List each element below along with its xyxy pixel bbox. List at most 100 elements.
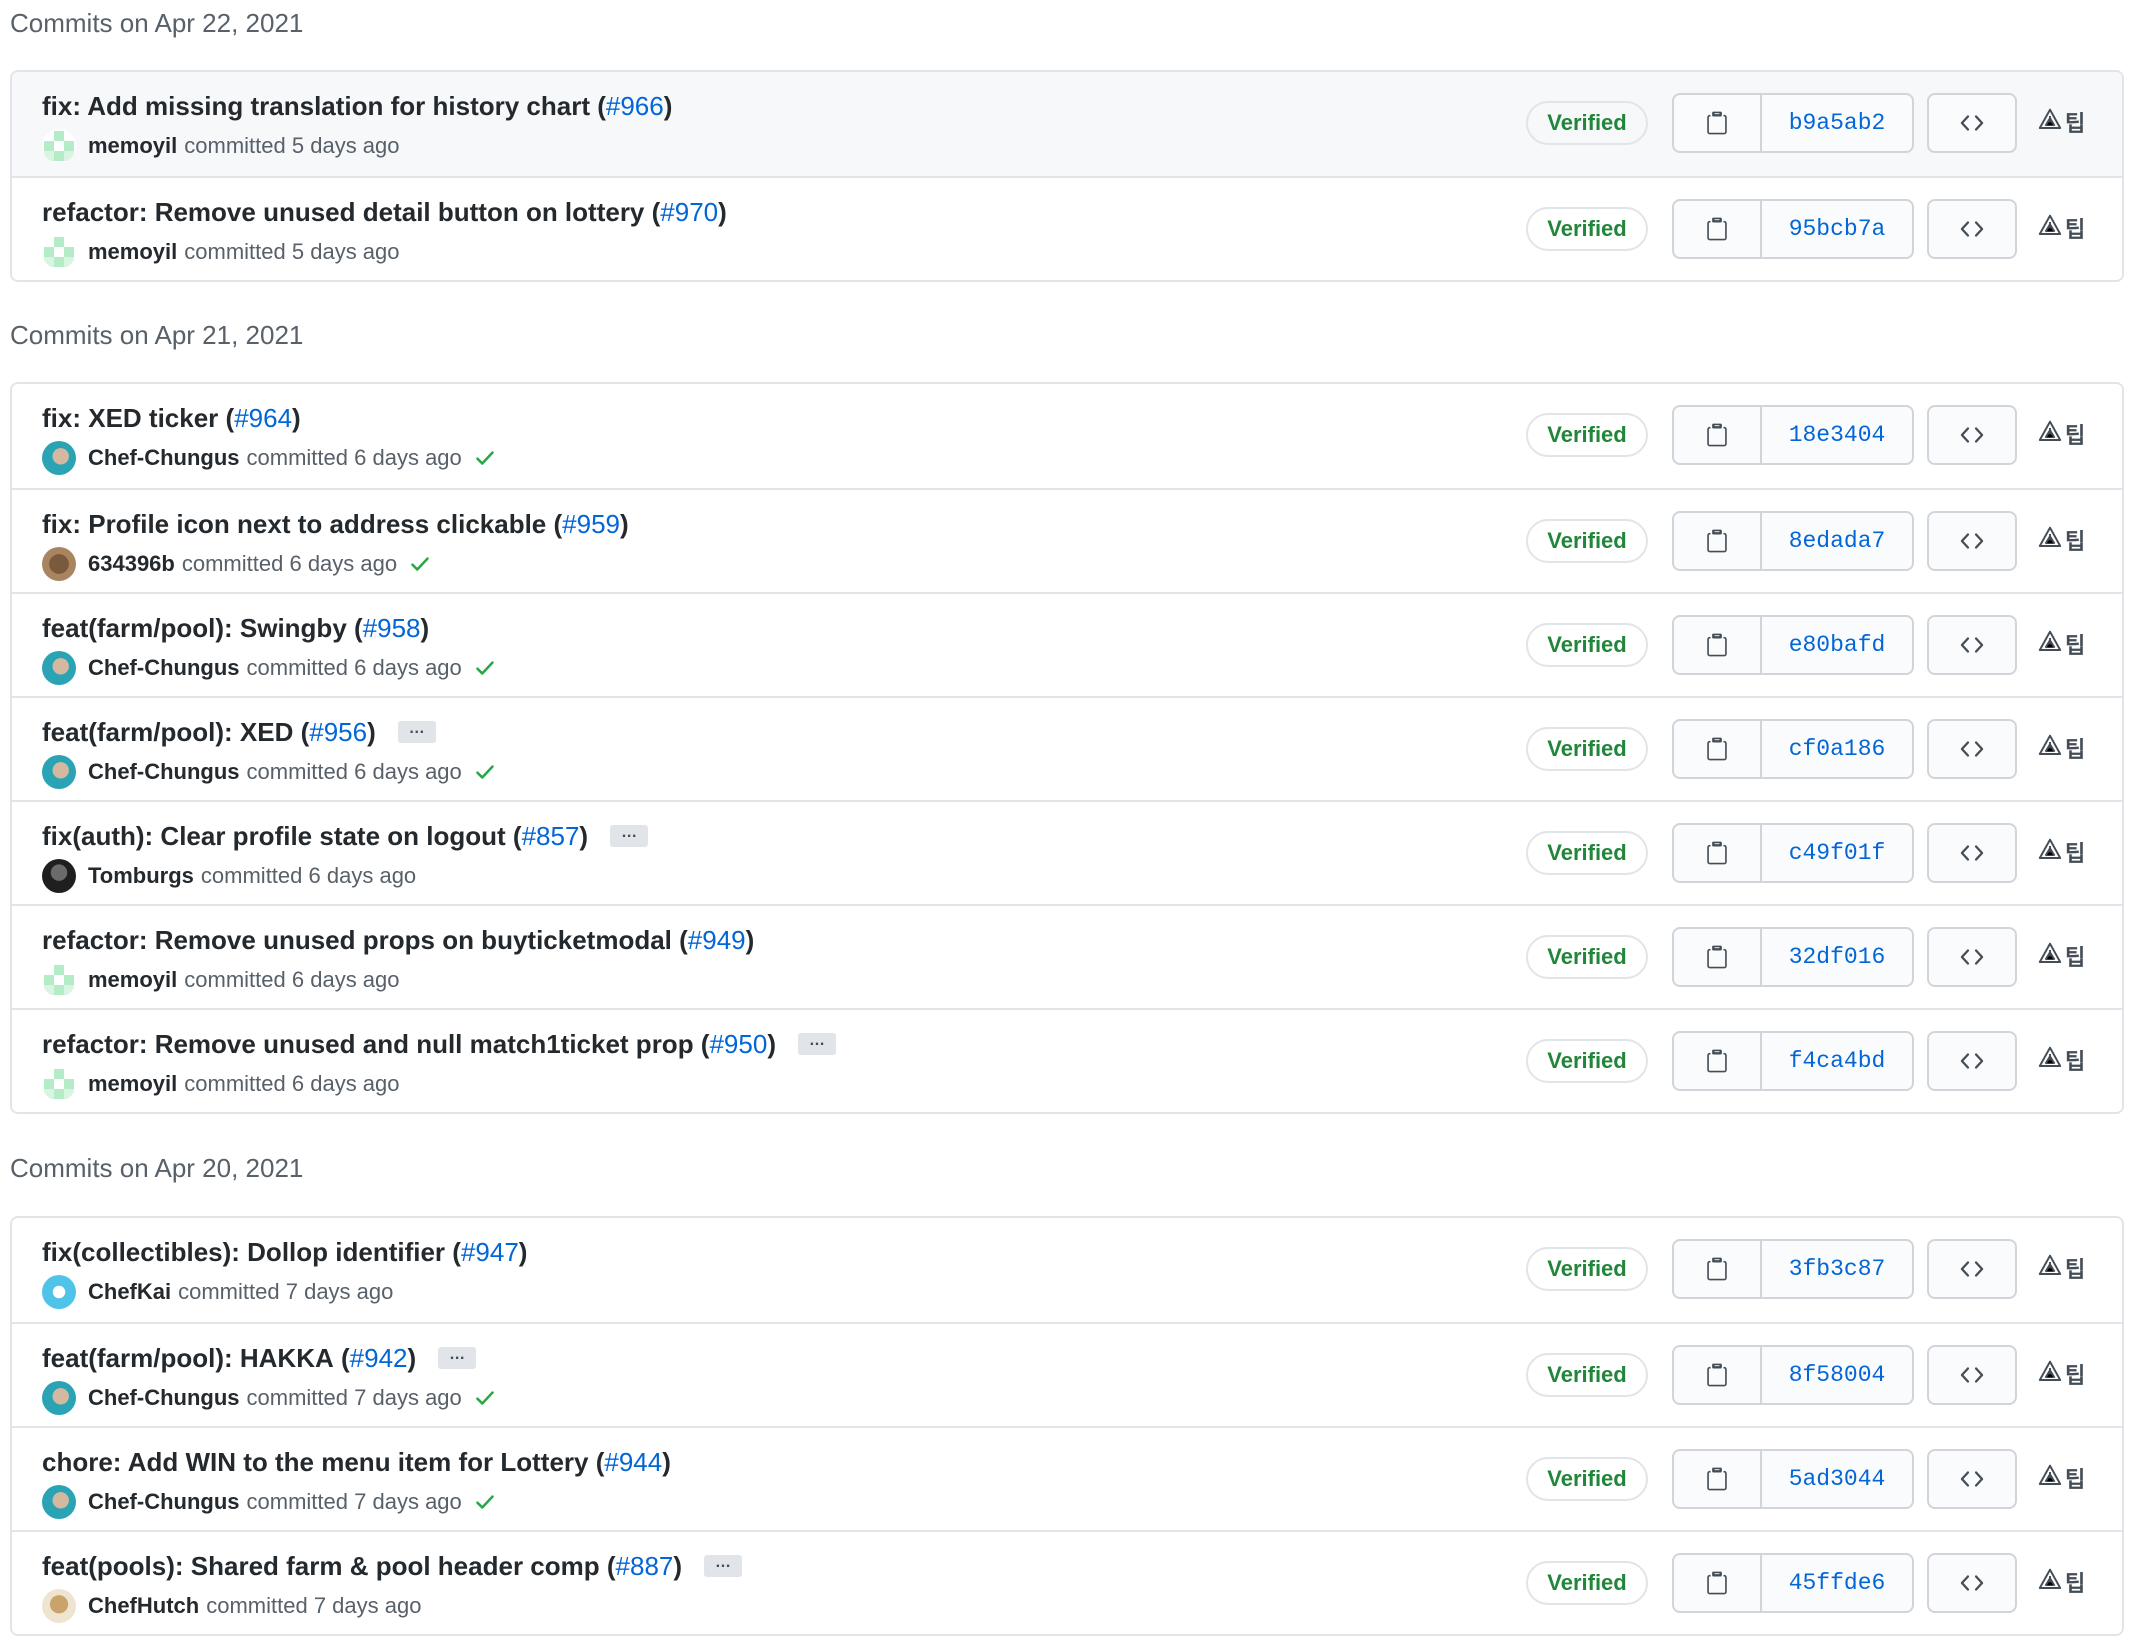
clipboard-icon[interactable] xyxy=(1674,95,1762,151)
clipboard-icon[interactable] xyxy=(1674,201,1762,257)
commit-sha-link[interactable]: 8f58004 xyxy=(1762,1347,1912,1403)
author-link[interactable]: ChefKai xyxy=(88,1279,171,1305)
clipboard-icon[interactable] xyxy=(1674,1555,1762,1611)
verified-badge[interactable]: Verified xyxy=(1526,1353,1648,1397)
commit-sha-link[interactable]: 18e3404 xyxy=(1762,407,1912,463)
author-link[interactable]: ChefHutch xyxy=(88,1593,199,1619)
author-avatar[interactable] xyxy=(42,547,76,581)
expand-message-button[interactable]: … xyxy=(610,825,649,847)
clipboard-icon[interactable] xyxy=(1674,825,1762,881)
commit-sha-link[interactable]: cf0a186 xyxy=(1762,721,1912,777)
verified-badge[interactable]: Verified xyxy=(1526,1457,1648,1501)
author-link[interactable]: 634396b xyxy=(88,551,175,577)
extension-indicator[interactable]: 팁 xyxy=(2037,628,2085,660)
check-icon[interactable] xyxy=(474,447,496,469)
author-link[interactable]: memoyil xyxy=(88,133,177,159)
pull-request-link[interactable]: #958 xyxy=(363,613,421,644)
author-avatar[interactable] xyxy=(42,963,76,997)
browse-code-button[interactable] xyxy=(1927,93,2017,153)
commit-title-link[interactable]: refactor: Remove unused detail button on… xyxy=(42,197,644,228)
verified-badge[interactable]: Verified xyxy=(1526,101,1648,145)
check-icon[interactable] xyxy=(474,1387,496,1409)
pull-request-link[interactable]: #947 xyxy=(461,1237,519,1268)
verified-badge[interactable]: Verified xyxy=(1526,935,1648,979)
commit-title-link[interactable]: feat(farm/pool): Swingby xyxy=(42,613,347,644)
commit-title-link[interactable]: refactor: Remove unused and null match1t… xyxy=(42,1029,694,1060)
pull-request-link[interactable]: #944 xyxy=(604,1447,662,1478)
clipboard-icon[interactable] xyxy=(1674,1347,1762,1403)
pull-request-link[interactable]: #887 xyxy=(616,1551,674,1582)
extension-indicator[interactable]: 팁 xyxy=(2037,1044,2085,1076)
extension-indicator[interactable]: 팁 xyxy=(2037,732,2085,764)
pull-request-link[interactable]: #950 xyxy=(709,1029,767,1060)
browse-code-button[interactable] xyxy=(1927,1553,2017,1613)
clipboard-icon[interactable] xyxy=(1674,929,1762,985)
verified-badge[interactable]: Verified xyxy=(1526,1039,1648,1083)
verified-badge[interactable]: Verified xyxy=(1526,519,1648,563)
commit-sha-link[interactable]: 95bcb7a xyxy=(1762,201,1912,257)
verified-badge[interactable]: Verified xyxy=(1526,1247,1648,1291)
browse-code-button[interactable] xyxy=(1927,1345,2017,1405)
author-link[interactable]: memoyil xyxy=(88,239,177,265)
pull-request-link[interactable]: #966 xyxy=(606,91,664,122)
author-link[interactable]: memoyil xyxy=(88,967,177,993)
commit-title-link[interactable]: fix(auth): Clear profile state on logout xyxy=(42,821,506,852)
verified-badge[interactable]: Verified xyxy=(1526,623,1648,667)
browse-code-button[interactable] xyxy=(1927,823,2017,883)
pull-request-link[interactable]: #956 xyxy=(309,717,367,748)
verified-badge[interactable]: Verified xyxy=(1526,1561,1648,1605)
pull-request-link[interactable]: #970 xyxy=(660,197,718,228)
extension-indicator[interactable]: 팁 xyxy=(2037,418,2085,450)
commit-title-link[interactable]: chore: Add WIN to the menu item for Lott… xyxy=(42,1447,588,1478)
commit-sha-link[interactable]: c49f01f xyxy=(1762,825,1912,881)
commit-title-link[interactable]: feat(pools): Shared farm & pool header c… xyxy=(42,1551,600,1582)
commit-sha-link[interactable]: e80bafd xyxy=(1762,617,1912,673)
author-avatar[interactable] xyxy=(42,1067,76,1101)
check-icon[interactable] xyxy=(474,761,496,783)
author-link[interactable]: Chef-Chungus xyxy=(88,445,240,471)
author-link[interactable]: Chef-Chungus xyxy=(88,655,240,681)
verified-badge[interactable]: Verified xyxy=(1526,207,1648,251)
check-icon[interactable] xyxy=(409,553,431,575)
extension-indicator[interactable]: 팁 xyxy=(2037,940,2085,972)
commit-title-link[interactable]: fix(collectibles): Dollop identifier xyxy=(42,1237,445,1268)
extension-indicator[interactable]: 팁 xyxy=(2037,524,2085,556)
expand-message-button[interactable]: … xyxy=(438,1347,477,1369)
browse-code-button[interactable] xyxy=(1927,1239,2017,1299)
verified-badge[interactable]: Verified xyxy=(1526,413,1648,457)
clipboard-icon[interactable] xyxy=(1674,721,1762,777)
author-avatar[interactable] xyxy=(42,1589,76,1623)
browse-code-button[interactable] xyxy=(1927,405,2017,465)
author-avatar[interactable] xyxy=(42,755,76,789)
author-link[interactable]: Chef-Chungus xyxy=(88,1385,240,1411)
author-link[interactable]: Chef-Chungus xyxy=(88,1489,240,1515)
verified-badge[interactable]: Verified xyxy=(1526,727,1648,771)
browse-code-button[interactable] xyxy=(1927,927,2017,987)
browse-code-button[interactable] xyxy=(1927,1449,2017,1509)
author-avatar[interactable] xyxy=(42,859,76,893)
browse-code-button[interactable] xyxy=(1927,719,2017,779)
commit-title-link[interactable]: feat(farm/pool): XED xyxy=(42,717,293,748)
commit-sha-link[interactable]: 45ffde6 xyxy=(1762,1555,1912,1611)
pull-request-link[interactable]: #964 xyxy=(234,403,292,434)
commit-sha-link[interactable]: 8edada7 xyxy=(1762,513,1912,569)
extension-indicator[interactable]: 팁 xyxy=(2037,1566,2085,1598)
extension-indicator[interactable]: 팁 xyxy=(2037,1252,2085,1284)
commit-sha-link[interactable]: 3fb3c87 xyxy=(1762,1241,1912,1297)
commit-title-link[interactable]: fix: Add missing translation for history… xyxy=(42,91,590,122)
clipboard-icon[interactable] xyxy=(1674,1241,1762,1297)
browse-code-button[interactable] xyxy=(1927,1031,2017,1091)
expand-message-button[interactable]: … xyxy=(704,1555,743,1577)
clipboard-icon[interactable] xyxy=(1674,513,1762,569)
author-link[interactable]: Tomburgs xyxy=(88,863,194,889)
pull-request-link[interactable]: #959 xyxy=(562,509,620,540)
pull-request-link[interactable]: #857 xyxy=(522,821,580,852)
check-icon[interactable] xyxy=(474,1491,496,1513)
author-link[interactable]: Chef-Chungus xyxy=(88,759,240,785)
author-link[interactable]: memoyil xyxy=(88,1071,177,1097)
clipboard-icon[interactable] xyxy=(1674,1451,1762,1507)
commit-sha-link[interactable]: f4ca4bd xyxy=(1762,1033,1912,1089)
expand-message-button[interactable]: … xyxy=(397,721,436,743)
clipboard-icon[interactable] xyxy=(1674,407,1762,463)
check-icon[interactable] xyxy=(474,657,496,679)
